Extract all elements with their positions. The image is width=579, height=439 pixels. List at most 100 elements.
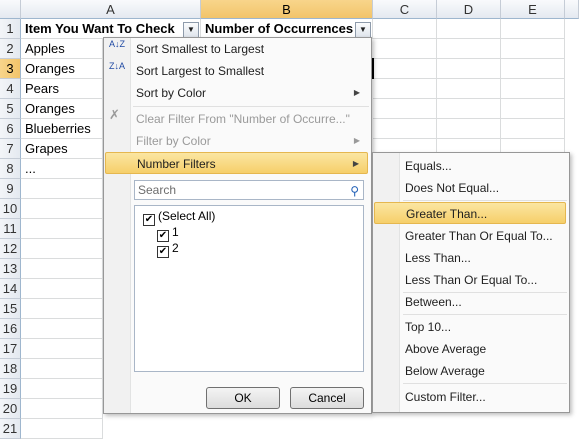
search-icon: ⚲: [350, 184, 359, 198]
cell-c4[interactable]: [373, 79, 437, 99]
cancel-button[interactable]: Cancel: [290, 387, 364, 409]
row-header-18[interactable]: 18: [0, 359, 21, 379]
cell-a10[interactable]: [21, 199, 103, 219]
row-header-21[interactable]: 21: [0, 419, 21, 439]
filter-by-color-item[interactable]: Filter by Color ▶: [105, 130, 368, 152]
column-header-b[interactable]: B: [201, 0, 373, 19]
row-header-7[interactable]: 7: [0, 139, 21, 159]
row-header-8[interactable]: 8: [0, 159, 21, 179]
row-header-13[interactable]: 13: [0, 259, 21, 279]
equals-item[interactable]: Equals...: [374, 155, 566, 177]
filter-value-list[interactable]: ✔ (Select All) ✔ 1 ✔ 2: [134, 205, 364, 372]
column-header-e[interactable]: E: [501, 0, 565, 19]
number-filters-label: Number Filters: [137, 157, 216, 171]
row-header-15[interactable]: 15: [0, 299, 21, 319]
cell-e1[interactable]: [501, 19, 565, 39]
row-header-16[interactable]: 16: [0, 319, 21, 339]
column-header-d[interactable]: D: [437, 0, 501, 19]
row-header-9[interactable]: 9: [0, 179, 21, 199]
search-input[interactable]: Search ⚲: [134, 180, 364, 200]
row-header-5[interactable]: 5: [0, 99, 21, 119]
number-filters-item[interactable]: Number Filters ▶: [105, 152, 368, 174]
cell-c1[interactable]: [373, 19, 437, 39]
cell-a12[interactable]: [21, 239, 103, 259]
sort-descending-label: Sort Largest to Smallest: [136, 64, 265, 78]
checkbox-value-1[interactable]: ✔ 1: [157, 224, 179, 242]
cell-a14[interactable]: [21, 279, 103, 299]
cell-a13[interactable]: [21, 259, 103, 279]
cell-b1[interactable]: Number of Occurrences: [201, 19, 373, 39]
row-header-11[interactable]: 11: [0, 219, 21, 239]
column-header-f[interactable]: [565, 0, 579, 19]
cell-d5[interactable]: [437, 99, 501, 119]
row-header-2[interactable]: 2: [0, 39, 21, 59]
row-header-12[interactable]: 12: [0, 239, 21, 259]
cell-e3[interactable]: [501, 59, 565, 79]
row-header-1[interactable]: 1: [0, 19, 21, 39]
cell-c3[interactable]: [373, 59, 437, 79]
sort-ascending-item[interactable]: A↓Z Sort Smallest to Largest: [105, 38, 368, 60]
filter-dropdown-b[interactable]: ▼: [355, 22, 371, 38]
row-header-4[interactable]: 4: [0, 79, 21, 99]
submenu-separator: [403, 200, 567, 201]
above-average-item[interactable]: Above Average: [374, 338, 566, 360]
column-header-a[interactable]: A: [21, 0, 201, 19]
cell-a3[interactable]: Oranges: [21, 59, 103, 79]
cell-a6[interactable]: Blueberries: [21, 119, 103, 139]
cell-d6[interactable]: [437, 119, 501, 139]
cell-c2[interactable]: [373, 39, 437, 59]
row-header-20[interactable]: 20: [0, 399, 21, 419]
row-header-17[interactable]: 17: [0, 339, 21, 359]
cell-d4[interactable]: [437, 79, 501, 99]
row-header-3[interactable]: 3: [0, 59, 21, 79]
sort-ascending-label: Sort Smallest to Largest: [136, 42, 265, 56]
cell-a7[interactable]: Grapes: [21, 139, 103, 159]
clear-filter-item[interactable]: ✗ Clear Filter From "Number of Occurre..…: [105, 108, 368, 130]
cell-a2[interactable]: Apples: [21, 39, 103, 59]
filter-dropdown-a[interactable]: ▼: [183, 22, 199, 38]
cell-e2[interactable]: [501, 39, 565, 59]
cell-a4[interactable]: Pears: [21, 79, 103, 99]
greater-than-item[interactable]: Greater Than...: [374, 202, 566, 224]
checkbox-value-2[interactable]: ✔ 2: [157, 240, 179, 258]
cell-c5[interactable]: [373, 99, 437, 119]
cell-a19[interactable]: [21, 379, 103, 399]
cell-a18[interactable]: [21, 359, 103, 379]
cell-a8[interactable]: ...: [21, 159, 103, 179]
below-average-item[interactable]: Below Average: [374, 360, 566, 382]
greater-than-or-equal-item[interactable]: Greater Than Or Equal To...: [374, 225, 566, 247]
cell-c6[interactable]: [373, 119, 437, 139]
cell-a1[interactable]: Item You Want To Check: [21, 19, 201, 39]
cell-a9[interactable]: [21, 179, 103, 199]
between-item[interactable]: Between...: [374, 291, 566, 313]
cell-a15[interactable]: [21, 299, 103, 319]
less-than-or-equal-item[interactable]: Less Than Or Equal To...: [374, 269, 566, 291]
row-header-10[interactable]: 10: [0, 199, 21, 219]
cell-a5[interactable]: Oranges: [21, 99, 103, 119]
cell-a20[interactable]: [21, 399, 103, 419]
cell-d1[interactable]: [437, 19, 501, 39]
sort-by-color-item[interactable]: Sort by Color ▶: [105, 82, 368, 104]
cell-a17[interactable]: [21, 339, 103, 359]
select-all-corner[interactable]: [0, 0, 21, 19]
cell-e4[interactable]: [501, 79, 565, 99]
cell-d2[interactable]: [437, 39, 501, 59]
cell-a11[interactable]: [21, 219, 103, 239]
cell-a21[interactable]: [21, 419, 103, 439]
cell-e5[interactable]: [501, 99, 565, 119]
cell-d3[interactable]: [437, 59, 501, 79]
row-header-19[interactable]: 19: [0, 379, 21, 399]
top-10-item[interactable]: Top 10...: [374, 316, 566, 338]
menu-separator: [133, 106, 369, 107]
row-header-6[interactable]: 6: [0, 119, 21, 139]
sort-descending-item[interactable]: Z↓A Sort Largest to Smallest: [105, 60, 368, 82]
checkbox-select-all[interactable]: ✔ (Select All): [143, 208, 215, 226]
cell-e6[interactable]: [501, 119, 565, 139]
cell-a16[interactable]: [21, 319, 103, 339]
row-header-14[interactable]: 14: [0, 279, 21, 299]
does-not-equal-item[interactable]: Does Not Equal...: [374, 177, 566, 199]
column-header-c[interactable]: C: [373, 0, 437, 19]
less-than-item[interactable]: Less Than...: [374, 247, 566, 269]
ok-button[interactable]: OK: [206, 387, 280, 409]
custom-filter-item[interactable]: Custom Filter...: [374, 386, 566, 408]
